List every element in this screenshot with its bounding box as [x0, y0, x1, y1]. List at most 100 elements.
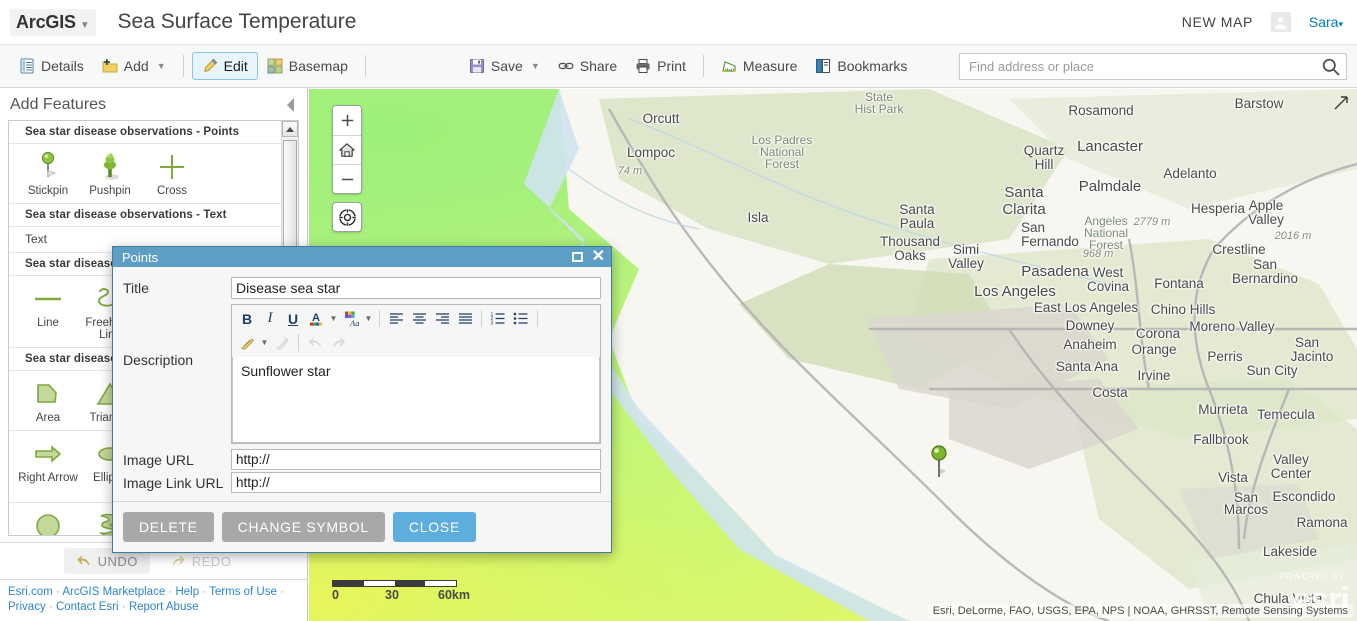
- insert-link-caret[interactable]: ▼: [259, 332, 270, 353]
- search-button[interactable]: [1321, 57, 1341, 77]
- search-container: [959, 53, 1347, 80]
- underline-icon[interactable]: U: [282, 308, 304, 329]
- points-dialog[interactable]: Points ✕ Title Description B I U: [112, 246, 612, 553]
- group-heading-text: Sea star disease observations - Text: [9, 204, 281, 227]
- bookmark-icon: [815, 58, 831, 74]
- rte-divider-3: [537, 310, 538, 327]
- measure-label: Measure: [743, 58, 797, 74]
- pencil-icon: [202, 58, 218, 74]
- font-color-caret[interactable]: ▼: [328, 308, 339, 329]
- search-input[interactable]: [959, 53, 1347, 80]
- page-title: Sea Surface Temperature: [118, 10, 357, 34]
- details-button[interactable]: Details: [10, 53, 93, 79]
- svg-text:A: A: [312, 312, 320, 324]
- details-label: Details: [41, 58, 84, 74]
- footer-link-terms[interactable]: Terms of Use: [209, 586, 277, 598]
- zoom-in-button[interactable]: [333, 106, 361, 135]
- close-icon[interactable]: ✕: [592, 251, 605, 263]
- ordered-list-icon[interactable]: 123: [487, 308, 509, 329]
- locate-button[interactable]: [332, 202, 362, 232]
- chevron-down-icon[interactable]: ▼: [531, 61, 540, 71]
- collapse-panel-button[interactable]: [283, 97, 297, 113]
- title-label: Title: [123, 277, 231, 296]
- measure-button[interactable]: Measure: [712, 53, 806, 79]
- new-map-button[interactable]: NEW MAP: [1182, 14, 1253, 30]
- header-right-group: NEW MAP Sara▾: [1182, 12, 1343, 32]
- symbol-area[interactable]: Area: [17, 375, 79, 427]
- home-button[interactable]: [333, 135, 361, 164]
- image-link-url-row: Image Link URL: [123, 472, 601, 493]
- bookmarks-button[interactable]: Bookmarks: [806, 53, 916, 79]
- map-navigation-controls: [332, 105, 362, 232]
- basemap-button[interactable]: Basemap: [258, 53, 357, 79]
- dialog-footer: DELETE CHANGE SYMBOL CLOSE: [113, 501, 611, 552]
- symbol-line[interactable]: Line: [17, 280, 79, 344]
- scale-label-0: 0: [332, 588, 339, 602]
- insert-link-icon[interactable]: [236, 332, 258, 353]
- user-menu[interactable]: Sara▾: [1309, 14, 1343, 30]
- symbol-stickpin[interactable]: Stickpin: [17, 148, 79, 200]
- italic-icon[interactable]: I: [259, 308, 281, 329]
- panel-footer: Esri.com · ArcGIS Marketplace · Help · T…: [0, 579, 307, 621]
- zoom-control-stack: [332, 105, 362, 194]
- highlight-color-caret[interactable]: ▼: [363, 308, 374, 329]
- align-right-icon[interactable]: [431, 308, 453, 329]
- image-url-label: Image URL: [123, 452, 231, 468]
- cross-icon: [157, 150, 187, 184]
- redo-icon: [327, 332, 349, 353]
- symbol-cross[interactable]: Cross: [141, 148, 203, 200]
- symbol-circle[interactable]: Circle: [17, 507, 79, 535]
- unordered-list-icon[interactable]: [510, 308, 532, 329]
- footer-link-contact[interactable]: Contact Esri: [56, 601, 119, 613]
- font-color-icon[interactable]: A: [305, 308, 327, 329]
- dialog-titlebar[interactable]: Points ✕: [113, 247, 611, 267]
- chevron-down-icon: ▾: [1338, 19, 1343, 29]
- symbol-row: Stickpin Pushpin Cross: [9, 144, 281, 204]
- map-pin[interactable]: [928, 444, 950, 479]
- share-button[interactable]: Share: [549, 53, 626, 79]
- add-button[interactable]: Add ▼: [93, 53, 175, 79]
- save-icon: [469, 58, 485, 74]
- align-left-icon[interactable]: [385, 308, 407, 329]
- dialog-body: Title Description B I U A ▼ Aa: [113, 267, 611, 493]
- symbol-pushpin[interactable]: Pushpin: [79, 148, 141, 200]
- edit-button[interactable]: Edit: [192, 52, 258, 80]
- symbol-right-arrow[interactable]: Right Arrow: [17, 435, 79, 499]
- bold-icon[interactable]: B: [236, 308, 258, 329]
- chevron-down-icon[interactable]: ▼: [157, 61, 166, 71]
- toolbar-divider-3: [703, 55, 704, 77]
- zoom-out-button[interactable]: [333, 164, 361, 193]
- change-symbol-button[interactable]: CHANGE SYMBOL: [222, 512, 385, 542]
- symbol-label: Stickpin: [28, 185, 68, 197]
- redo-label: REDO: [192, 554, 232, 569]
- symbol-label: Pushpin: [89, 185, 131, 197]
- chevron-down-icon[interactable]: ▼: [80, 20, 90, 31]
- footer-link-esri-com[interactable]: Esri.com: [8, 586, 53, 598]
- user-avatar-icon: [1273, 15, 1288, 30]
- scroll-up-button[interactable]: [282, 121, 298, 137]
- description-input[interactable]: [232, 357, 600, 443]
- image-url-input[interactable]: [231, 449, 601, 470]
- close-button[interactable]: CLOSE: [393, 512, 476, 542]
- align-center-icon[interactable]: [408, 308, 430, 329]
- basemap-icon: [267, 58, 283, 74]
- home-icon: [338, 142, 356, 158]
- title-input[interactable]: [231, 277, 601, 299]
- restore-window-icon[interactable]: [572, 252, 583, 262]
- basemap-label: Basemap: [289, 58, 348, 74]
- footer-link-help[interactable]: Help: [175, 586, 199, 598]
- minus-icon: [340, 172, 355, 187]
- pushpin-icon: [97, 150, 123, 184]
- scale-bar-labels: 0 30 60km: [332, 588, 457, 604]
- footer-link-privacy[interactable]: Privacy: [8, 601, 46, 613]
- arcgis-logo[interactable]: ArcGIS▼: [10, 9, 96, 36]
- delete-button[interactable]: DELETE: [123, 512, 214, 542]
- save-button[interactable]: Save ▼: [460, 53, 549, 79]
- footer-link-marketplace[interactable]: ArcGIS Marketplace: [62, 586, 165, 598]
- highlight-color-icon[interactable]: Aa: [340, 308, 362, 329]
- image-link-url-input[interactable]: [231, 472, 601, 493]
- print-button[interactable]: Print: [626, 53, 695, 79]
- align-justify-icon[interactable]: [454, 308, 476, 329]
- footer-link-report-abuse[interactable]: Report Abuse: [129, 601, 199, 613]
- remove-link-icon: [271, 332, 293, 353]
